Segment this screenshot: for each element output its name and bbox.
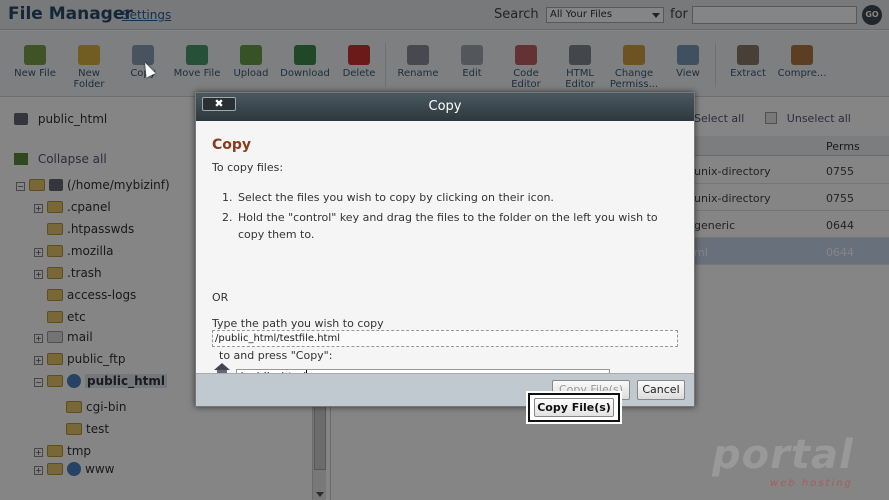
copy-files-button-label: Copy File(s) bbox=[534, 398, 614, 417]
close-button[interactable]: ✖ bbox=[202, 97, 236, 111]
dialog-intro: To copy files: bbox=[212, 161, 284, 174]
step-number: 2. bbox=[222, 211, 233, 224]
step-text: Hold the "control" key and drag the file… bbox=[238, 211, 658, 241]
copy-files-button-highlight[interactable]: Copy File(s) bbox=[528, 393, 620, 422]
step-text: Select the files you wish to copy by cli… bbox=[238, 191, 554, 204]
dialog-body: Copy To copy files: 1. Select the files y… bbox=[196, 121, 694, 384]
type-path-label: Type the path you wish to copy bbox=[212, 317, 384, 330]
instruction-step-1: 1. Select the files you wish to copy by c… bbox=[222, 189, 554, 206]
source-path-field: /public_html/testfile.html bbox=[212, 330, 678, 347]
press-copy-label: to and press "Copy": bbox=[219, 349, 333, 362]
step-number: 1. bbox=[222, 191, 233, 204]
or-label: OR bbox=[212, 291, 229, 304]
copy-dialog: Copy ✖ Copy To copy files: 1. Select the … bbox=[195, 92, 695, 407]
dialog-title-text: Copy bbox=[428, 99, 462, 114]
dialog-title: Copy ✖ bbox=[196, 93, 694, 121]
dialog-heading: Copy bbox=[212, 137, 252, 153]
instruction-step-2: 2. Hold the "control" key and drag the fi… bbox=[222, 209, 668, 243]
cancel-button[interactable]: Cancel bbox=[637, 380, 685, 400]
close-icon: ✖ bbox=[214, 97, 224, 110]
watermark-subtitle: web hosting bbox=[770, 478, 853, 489]
watermark-logo: portal bbox=[712, 432, 854, 478]
